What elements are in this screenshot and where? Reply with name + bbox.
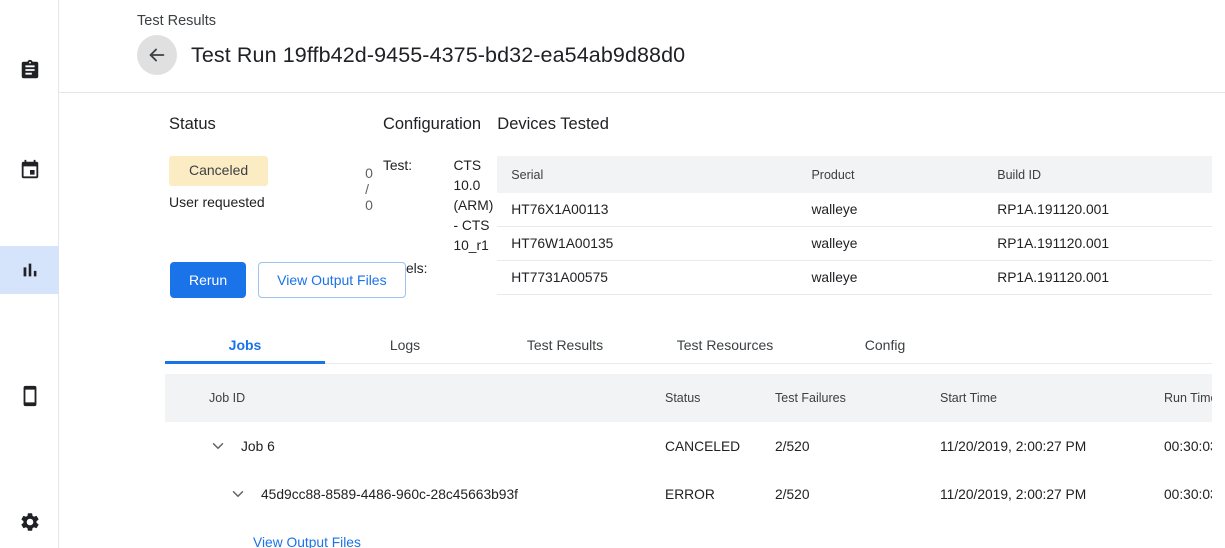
sidebar-item-assignment[interactable]: [0, 46, 59, 94]
progress-counter: 0 / 0: [365, 156, 373, 213]
tab-test-resources[interactable]: Test Resources: [645, 328, 805, 363]
table-row[interactable]: Job 6 CANCELED 2/520 11/20/2019, 2:00:27…: [165, 422, 1212, 470]
jobs-col-job-id: Job ID: [165, 374, 665, 422]
clipboard-icon: [19, 59, 41, 81]
smartphone-icon: [19, 385, 41, 407]
status-reason: User requested: [169, 194, 268, 210]
device-serial: HT7731A00575: [497, 261, 797, 295]
jobs-col-status: Status: [665, 374, 775, 422]
attempt-start-time: 11/20/2019, 2:00:27 PM: [940, 470, 1164, 518]
status-heading: Status: [169, 115, 373, 134]
config-row-test: Test: CTS 10.0 (ARM) - CTS 10_r1: [383, 156, 493, 259]
sidebar-gap-1: [0, 94, 58, 146]
device-product: walleye: [797, 261, 983, 295]
configuration-column: Configuration Test: CTS 10.0 (ARM) - CTS…: [373, 115, 493, 285]
table-row: HT7731A00575 walleye RP1A.191120.001: [497, 261, 1212, 295]
devices-col-product: Product: [797, 156, 983, 193]
device-build-id: RP1A.191120.001: [983, 227, 1212, 261]
table-row[interactable]: 45d9cc88-8589-4486-960c-28c45663b93f ERR…: [165, 470, 1212, 518]
sidebar-item-schedule[interactable]: [0, 146, 59, 194]
attempt-detail-row: View Output Files: [165, 518, 1212, 548]
attempt-detail-blank-3: [940, 518, 1164, 548]
attempt-status: ERROR: [665, 470, 775, 518]
job-run-time: 00:30:03: [1164, 422, 1212, 470]
jobs-panel: Job ID Status Test Failures Start Time R…: [165, 374, 1212, 548]
status-column: Status Canceled User requested 0 / 0: [59, 115, 373, 285]
job-start-time: 11/20/2019, 2:00:27 PM: [940, 422, 1164, 470]
summary-section: Status Canceled User requested 0 / 0 Con…: [59, 93, 1225, 285]
devices-column: Devices Tested Serial Product Build ID H…: [493, 115, 1225, 285]
tab-jobs[interactable]: Jobs: [165, 328, 325, 363]
devices-col-buildid: Build ID: [983, 156, 1212, 193]
arrow-left-icon: [146, 44, 168, 66]
attempt-failures: 2/520: [775, 470, 940, 518]
devices-heading: Devices Tested: [497, 115, 1212, 134]
config-value-test: CTS 10.0 (ARM) - CTS 10_r1: [453, 156, 493, 259]
status-block: Canceled User requested: [169, 156, 268, 210]
page-header: Test Results Test Run 19ffb42d-9455-4375…: [59, 0, 1225, 93]
devices-header-row: Serial Product Build ID: [497, 156, 1212, 193]
attempt-detail-blank-4: [1164, 518, 1212, 548]
device-build-id: RP1A.191120.001: [983, 193, 1212, 227]
sidebar-item-results[interactable]: [0, 246, 59, 294]
devices-table: Serial Product Build ID HT76X1A00113 wal…: [497, 156, 1212, 295]
status-row: Canceled User requested 0 / 0: [169, 156, 373, 213]
tab-test-results[interactable]: Test Results: [485, 328, 645, 363]
attempt-id-label: 45d9cc88-8589-4486-960c-28c45663b93f: [261, 487, 518, 502]
back-button[interactable]: [137, 35, 177, 75]
device-serial: HT76W1A00135: [497, 227, 797, 261]
tab-config[interactable]: Config: [805, 328, 965, 363]
attempt-id-cell: 45d9cc88-8589-4486-960c-28c45663b93f: [165, 470, 665, 518]
page-title: Test Run 19ffb42d-9455-4375-bd32-ea54ab9…: [191, 43, 685, 68]
chevron-down-icon[interactable]: [229, 485, 247, 503]
config-value-labels: [453, 259, 493, 282]
title-row: Test Run 19ffb42d-9455-4375-bd32-ea54ab9…: [137, 35, 1225, 75]
chevron-down-icon[interactable]: [209, 437, 227, 455]
job-failures: 2/520: [775, 422, 940, 470]
sidebar-gap-3: [0, 294, 58, 372]
device-product: walleye: [797, 227, 983, 261]
devices-col-serial: Serial: [497, 156, 797, 193]
jobs-col-run-time: Run Time: [1164, 374, 1212, 422]
tab-bar: Jobs Logs Test Results Test Resources Co…: [165, 328, 1212, 364]
device-product: walleye: [797, 193, 983, 227]
gear-icon: [19, 511, 41, 533]
view-output-files-button[interactable]: View Output Files: [258, 262, 405, 298]
job-status: CANCELED: [665, 422, 775, 470]
bar-chart-icon: [19, 259, 41, 281]
jobs-col-test-failures: Test Failures: [775, 374, 940, 422]
configuration-heading: Configuration: [383, 115, 493, 134]
breadcrumb: Test Results: [137, 12, 1225, 30]
device-build-id: RP1A.191120.001: [983, 261, 1212, 295]
tab-logs[interactable]: Logs: [325, 328, 485, 363]
jobs-header-row: Job ID Status Test Failures Start Time R…: [165, 374, 1212, 422]
attempt-output-cell: View Output Files: [165, 518, 665, 548]
app-root: Test Results Test Run 19ffb42d-9455-4375…: [0, 0, 1225, 548]
job-id-label: Job 6: [241, 439, 275, 454]
device-serial: HT76X1A00113: [497, 193, 797, 227]
sidebar-gap-4: [0, 420, 58, 498]
jobs-col-start-time: Start Time: [940, 374, 1164, 422]
action-buttons: Rerun View Output Files: [170, 262, 406, 298]
attempt-detail-blank-2: [775, 518, 940, 548]
table-row: HT76X1A00113 walleye RP1A.191120.001: [497, 193, 1212, 227]
jobs-table: Job ID Status Test Failures Start Time R…: [165, 374, 1212, 548]
sidebar-item-devices[interactable]: [0, 372, 59, 420]
attempt-view-output-files-link[interactable]: View Output Files: [253, 535, 361, 548]
sidebar-item-settings[interactable]: [0, 498, 59, 546]
attempt-run-time: 00:30:03: [1164, 470, 1212, 518]
main-content: Test Results Test Run 19ffb42d-9455-4375…: [59, 0, 1225, 548]
job-id-cell: Job 6: [165, 422, 665, 470]
table-row: HT76W1A00135 walleye RP1A.191120.001: [497, 227, 1212, 261]
config-label-test: Test:: [383, 156, 454, 259]
attempt-detail-blank-1: [665, 518, 775, 548]
sidebar: [0, 0, 59, 548]
calendar-icon: [19, 159, 41, 181]
rerun-button[interactable]: Rerun: [170, 262, 246, 298]
status-badge: Canceled: [169, 156, 268, 186]
sidebar-gap-2: [0, 194, 58, 246]
